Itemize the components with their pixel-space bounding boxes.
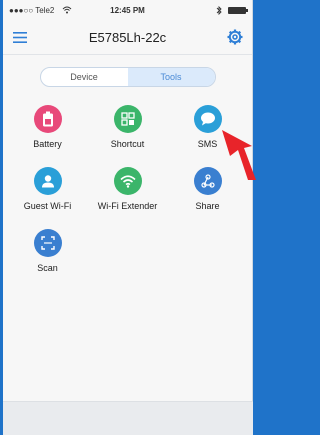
share-icon (193, 167, 222, 195)
guest-user-icon (33, 167, 62, 195)
clock: 12:45 PM (110, 5, 145, 15)
tab-tools[interactable]: Tools (127, 68, 215, 86)
tool-label-share: Share (195, 201, 220, 211)
header-divider (3, 54, 252, 55)
gear-icon[interactable] (226, 28, 244, 46)
bluetooth-icon (216, 5, 222, 15)
status-bar: ●●●○○ Tele2 12:45 PM (3, 0, 252, 20)
tool-battery[interactable]: Battery (8, 105, 88, 149)
carrier-group: ●●●○○ Tele2 (9, 6, 95, 15)
tool-label-shortcut: Shortcut (110, 139, 145, 149)
header: E5785Lh-22c (3, 20, 252, 54)
tool-label-scan: Scan (37, 263, 58, 273)
tab-device[interactable]: Device (41, 68, 128, 86)
hamburger-menu-icon[interactable] (11, 28, 29, 46)
annotation-arrow-icon (222, 130, 256, 180)
tool-label-sms: SMS (197, 139, 218, 149)
bottom-bar (3, 401, 253, 435)
status-right (160, 5, 248, 15)
page-title: E5785Lh-22c (88, 29, 167, 45)
tool-label-guest-wifi: Guest Wi-Fi (23, 201, 72, 211)
segmented-tabs: Device Tools (39, 67, 216, 87)
wifi-signal-icon (63, 6, 72, 14)
tool-label-battery: Battery (33, 139, 62, 149)
wifi-icon (113, 167, 142, 195)
tool-scan[interactable]: Scan (8, 229, 88, 273)
tools-grid: Battery Shortcut SMS Guest Wi-Fi Wi-Fi E… (3, 105, 252, 273)
carrier-label: ●●●○○ Tele2 (9, 5, 55, 15)
tool-guest-wifi[interactable]: Guest Wi-Fi (8, 167, 88, 211)
shortcut-icon (113, 105, 142, 133)
tool-label-wifi-extender: Wi-Fi Extender (97, 201, 158, 211)
scan-icon (33, 229, 62, 257)
battery-icon (33, 105, 62, 133)
sms-icon (193, 105, 222, 133)
app-window: ●●●○○ Tele2 12:45 PM E5785Lh-22c Device … (3, 0, 253, 435)
battery-status-icon (228, 6, 248, 14)
tool-shortcut[interactable]: Shortcut (88, 105, 168, 149)
tool-wifi-extender[interactable]: Wi-Fi Extender (88, 167, 168, 211)
